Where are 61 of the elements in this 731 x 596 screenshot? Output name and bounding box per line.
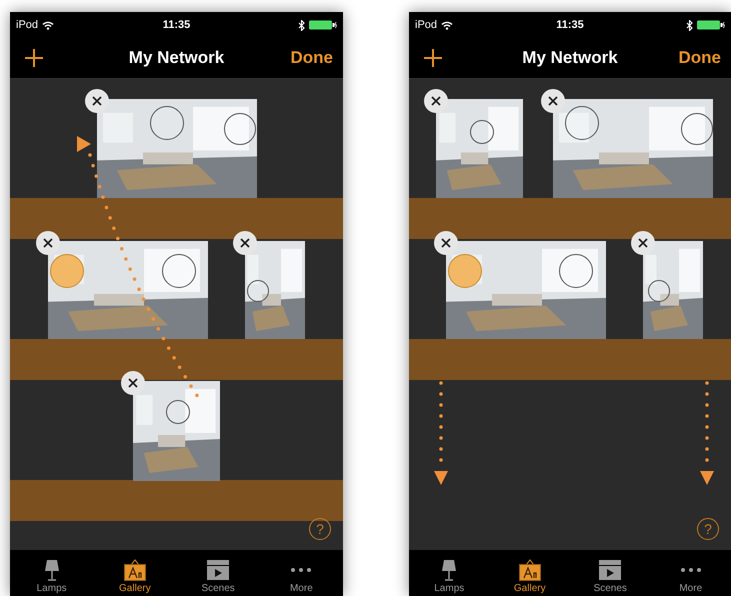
- delete-button[interactable]: [85, 89, 109, 113]
- photo-placeholder[interactable]: [245, 241, 305, 339]
- tab-item[interactable]: Gallery: [490, 550, 570, 596]
- tab-item[interactable]: More: [650, 550, 731, 596]
- add-icon[interactable]: [423, 48, 443, 68]
- photo-placeholder[interactable]: [97, 99, 257, 198]
- done-button[interactable]: Done: [678, 48, 721, 68]
- tab-item[interactable]: More: [260, 550, 343, 596]
- photo-placeholder[interactable]: [133, 381, 220, 481]
- framed-picture-icon: [518, 559, 542, 581]
- status-time: 11:35: [162, 19, 190, 31]
- wifi-icon: [42, 20, 54, 30]
- close-icon: [128, 378, 138, 388]
- lamp-marker[interactable]: [648, 280, 670, 302]
- bluetooth-icon: [298, 20, 305, 30]
- screen-title: My Network: [128, 48, 224, 68]
- delete-button[interactable]: [541, 89, 565, 113]
- lamp-marker[interactable]: [559, 254, 593, 288]
- battery-icon: [697, 20, 725, 30]
- close-icon: [240, 238, 250, 248]
- more-icon: [680, 568, 701, 572]
- close-icon: [92, 96, 102, 106]
- delete-button[interactable]: [424, 89, 448, 113]
- close-icon: [638, 238, 648, 248]
- help-button[interactable]: ?: [697, 518, 719, 540]
- screen-title: My Network: [522, 48, 618, 68]
- bluetooth-icon: [686, 20, 693, 30]
- lamp-marker[interactable]: [681, 113, 713, 145]
- tab-item[interactable]: Scenes: [176, 550, 260, 596]
- battery-icon: [309, 20, 337, 30]
- lamp-marker[interactable]: [166, 400, 190, 424]
- lamp-marker[interactable]: [247, 280, 269, 302]
- lamp-marker[interactable]: [224, 113, 256, 145]
- clapperboard-icon: [206, 559, 230, 581]
- tab-item[interactable]: Lamps: [409, 550, 490, 596]
- close-icon: [431, 96, 441, 106]
- help-button[interactable]: ?: [309, 518, 331, 540]
- photo-placeholder[interactable]: [643, 241, 703, 339]
- close-icon: [43, 238, 53, 248]
- lamp-marker[interactable]: [150, 106, 184, 140]
- tab-item[interactable]: Scenes: [570, 550, 650, 596]
- photo-placeholder[interactable]: [436, 99, 523, 198]
- clapperboard-icon: [598, 559, 622, 581]
- close-icon: [548, 96, 558, 106]
- lamp-marker[interactable]: [162, 254, 196, 288]
- photo-placeholder[interactable]: [553, 99, 713, 198]
- more-icon: [291, 568, 312, 572]
- lamp-marker[interactable]: [565, 106, 599, 140]
- carrier-label: iPod: [16, 19, 38, 31]
- framed-picture-icon: [122, 559, 147, 581]
- done-button[interactable]: Done: [290, 48, 333, 68]
- photo-placeholder[interactable]: [48, 241, 208, 339]
- lamp-marker[interactable]: [470, 120, 494, 144]
- wifi-icon: [441, 20, 454, 30]
- status-time: 11:35: [556, 19, 584, 31]
- close-icon: [441, 238, 451, 248]
- carrier-label: iPod: [415, 19, 438, 31]
- photo-placeholder[interactable]: [446, 241, 606, 339]
- tab-item[interactable]: Lamps: [10, 550, 94, 596]
- add-icon[interactable]: [24, 48, 44, 68]
- tab-item[interactable]: Gallery: [93, 550, 176, 596]
